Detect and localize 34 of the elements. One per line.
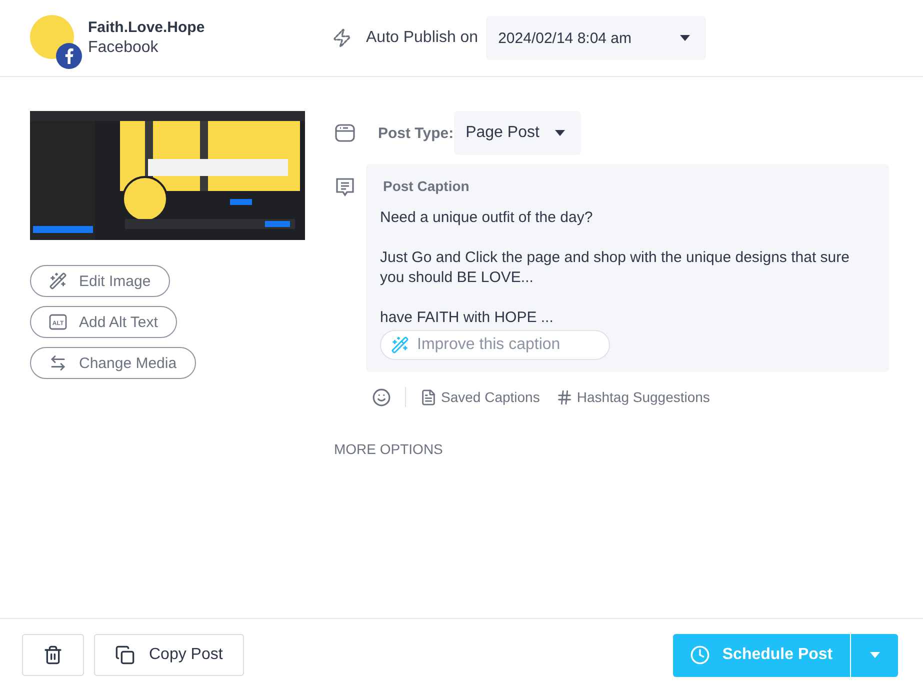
auto-publish-label: Auto Publish on bbox=[366, 29, 478, 47]
copy-icon bbox=[115, 645, 135, 665]
magic-pen-icon bbox=[391, 336, 409, 354]
account-name: Faith.Love.Hope bbox=[88, 19, 205, 36]
auto-publish-icon bbox=[332, 28, 352, 48]
improve-caption-button[interactable]: Improve this caption bbox=[380, 330, 610, 360]
post-type-label: Post Type: bbox=[378, 124, 454, 142]
hashtag-icon bbox=[556, 388, 573, 406]
document-icon bbox=[420, 388, 437, 406]
caption-paragraph: Just Go and Click the page and shop with the unique designs that sure you should BE LOVE... bbox=[380, 248, 850, 288]
caret-icon bbox=[554, 130, 565, 136]
caret-icon bbox=[870, 652, 880, 658]
network-name: Facebook bbox=[88, 39, 160, 57]
browser-window-icon bbox=[334, 122, 356, 144]
caption-paragraph: have FAITH with HOPE ... bbox=[380, 308, 554, 328]
edit-image-button[interactable]: Edit Image bbox=[30, 265, 170, 297]
delete-button[interactable] bbox=[22, 634, 84, 676]
clock-icon bbox=[690, 645, 710, 665]
date-select[interactable]: 2024/02/14 8:04 am bbox=[486, 16, 706, 60]
change-media-button[interactable]: Change Media bbox=[30, 347, 196, 379]
post-type-select[interactable]: Page Post bbox=[454, 111, 581, 155]
swap-arrows-icon bbox=[49, 354, 67, 372]
trash-icon bbox=[43, 645, 63, 665]
caption-label: Post Caption bbox=[383, 178, 470, 194]
hashtag-suggestions-button[interactable]: Hashtag Suggestions bbox=[556, 388, 710, 406]
magic-wand-icon bbox=[49, 272, 67, 290]
more-options-link[interactable]: MORE OPTIONS bbox=[334, 441, 443, 457]
facebook-badge-icon bbox=[56, 43, 82, 69]
saved-captions-button[interactable]: Saved Captions bbox=[420, 388, 540, 406]
caret-icon bbox=[680, 35, 690, 41]
comment-icon bbox=[334, 176, 356, 198]
copy-post-button[interactable]: Copy Post bbox=[94, 634, 244, 676]
emoji-icon[interactable] bbox=[372, 388, 391, 406]
caption-paragraph: Need a unique outfit of the day? bbox=[380, 208, 594, 228]
